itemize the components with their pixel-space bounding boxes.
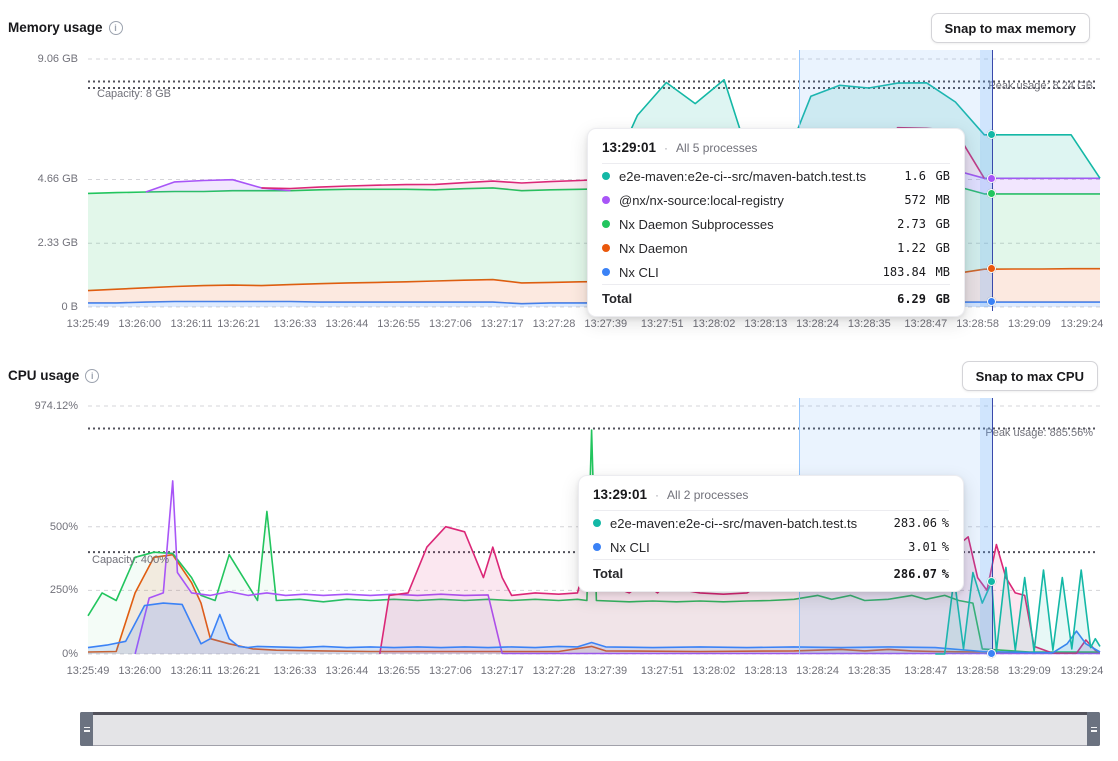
series-color-dot [602,196,610,204]
tooltip-row: Nx Daemon1.22GB [602,236,950,260]
total-value: 286.07 [894,567,937,581]
series-color-dot [602,244,610,252]
process-value: 572 [904,193,926,207]
process-name: e2e-maven:e2e-ci--src/maven-batch.test.t… [610,516,894,531]
memory-info-icon[interactable]: i [109,21,123,35]
process-value-unit: GB [926,241,950,255]
cpu-tooltip: 13:29:01 · All 2 processes e2e-maven:e2e… [578,475,964,592]
x-axis-tick-label: 13:28:35 [838,665,900,677]
hover-time-line [992,398,994,658]
x-axis-tick-label: 13:27:39 [575,318,637,330]
process-name: Nx Daemon [619,241,897,256]
tooltip-separator: · [664,141,668,155]
y-axis-tick-label: 500% [0,521,78,533]
process-value: 1.6 [904,169,926,183]
memory-section-title: Memory usage i [8,20,123,35]
process-value: 3.01 [908,540,937,554]
y-axis-tick-label: 2.33 GB [0,237,78,249]
tooltip-row: @nx/nx-source:local-registry572MB [602,188,950,212]
resource-profile-page: Memory usage i Snap to max memory CPU us… [0,0,1118,761]
tooltip-scope: All 2 processes [667,488,748,502]
time-range-brush[interactable] [80,712,1100,746]
total-unit: % [937,567,949,581]
tooltip-row: Nx Daemon Subprocesses2.73GB [602,212,950,236]
memory-tooltip-rows: e2e-maven:e2e-ci--src/maven-batch.test.t… [602,164,950,284]
process-value-unit: GB [926,217,950,231]
x-axis-tick-label: 13:29:24 [1051,318,1113,330]
x-axis-tick-label: 13:28:35 [838,318,900,330]
process-name: Nx CLI [619,265,883,280]
selected-time-region-edge [980,398,992,654]
memory-title-text: Memory usage [8,20,103,35]
memory-tooltip-total: Total 6.29 GB [602,284,950,310]
capacity-line-label: Capacity: 8 GB [97,88,171,100]
total-label: Total [593,566,894,581]
tooltip-row: e2e-maven:e2e-ci--src/maven-batch.test.t… [602,164,950,188]
brush-handle-right[interactable] [1087,712,1100,746]
process-name: e2e-maven:e2e-ci--src/maven-batch.test.t… [619,169,904,184]
process-value: 1.22 [897,241,926,255]
hover-marker [987,174,996,183]
memory-tooltip-header: 13:29:01 · All 5 processes [602,138,950,164]
x-axis-tick-label: 13:26:21 [208,665,270,677]
series-color-dot [602,268,610,276]
memory-tooltip: 13:29:01 · All 5 processes e2e-maven:e2e… [587,128,965,317]
process-value: 183.84 [883,265,926,279]
process-value-unit: % [937,540,949,554]
y-axis-tick-label: 9.06 GB [0,53,78,65]
process-name: Nx Daemon Subprocesses [619,217,897,232]
hover-marker [987,649,996,658]
series-color-dot [593,519,601,527]
process-value-unit: GB [926,169,950,183]
y-axis-tick-label: 0 B [0,301,78,313]
process-value: 2.73 [897,217,926,231]
x-axis-tick-label: 13:27:39 [575,665,637,677]
brush-handle-left[interactable] [80,712,93,746]
x-axis-tick-label: 13:29:24 [1051,665,1113,677]
cpu-section-title: CPU usage i [8,368,99,383]
snap-to-max-memory-button[interactable]: Snap to max memory [931,13,1091,43]
y-axis-tick-label: 4.66 GB [0,173,78,185]
total-label: Total [602,291,897,306]
tooltip-row: e2e-maven:e2e-ci--src/maven-batch.test.t… [593,511,949,535]
series-color-dot [602,172,610,180]
y-axis-tick-label: 974.12% [0,400,78,412]
tooltip-time: 13:29:01 [593,487,647,502]
process-value-unit: MB [926,193,950,207]
snap-to-max-cpu-button[interactable]: Snap to max CPU [962,361,1098,391]
cpu-title-text: CPU usage [8,368,79,383]
cpu-tooltip-header: 13:29:01 · All 2 processes [593,485,949,511]
process-value-unit: MB [926,265,950,279]
cpu-tooltip-total: Total 286.07 % [593,559,949,585]
capacity-line-label: Capacity: 400% [92,554,169,566]
cpu-tooltip-rows: e2e-maven:e2e-ci--src/maven-batch.test.t… [593,511,949,559]
cpu-info-icon[interactable]: i [85,369,99,383]
y-axis-tick-label: 0% [0,648,78,660]
process-name: Nx CLI [610,540,908,555]
series-color-dot [602,220,610,228]
total-unit: GB [926,292,950,306]
tooltip-time: 13:29:01 [602,140,656,155]
process-value: 283.06 [894,516,937,530]
process-name: @nx/nx-source:local-registry [619,193,904,208]
tooltip-row: Nx CLI3.01% [593,535,949,559]
brush-track[interactable] [94,715,1086,745]
tooltip-scope: All 5 processes [676,141,757,155]
y-axis-tick-label: 250% [0,584,78,596]
total-value: 6.29 [897,292,926,306]
tooltip-separator: · [655,488,659,502]
x-axis-tick-label: 13:26:21 [208,318,270,330]
series-color-dot [593,543,601,551]
process-value-unit: % [937,516,949,530]
tooltip-row: Nx CLI183.84MB [602,260,950,284]
